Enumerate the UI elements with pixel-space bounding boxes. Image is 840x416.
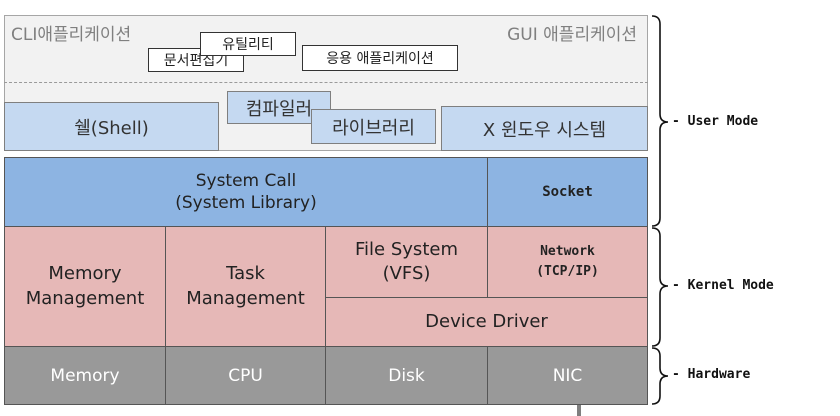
device-driver-box: Device Driver	[325, 297, 648, 347]
hw-nic-box: NIC	[487, 346, 648, 405]
utility-box: 유틸리티	[200, 32, 296, 56]
system-call-box: System Call (System Library)	[4, 157, 488, 227]
task-management-box: Task Management	[165, 226, 326, 347]
network-box: Network (TCP/IP)	[487, 226, 648, 298]
hardware-label: - Hardware	[672, 367, 751, 382]
kernel-mode-brace	[651, 227, 669, 347]
user-mode-label: - User Mode	[672, 114, 759, 129]
hw-memory-box: Memory	[4, 346, 166, 405]
nic-cable	[577, 405, 581, 416]
cli-label: CLI애플리케이션	[11, 25, 132, 45]
kernel-mode-label: - Kernel Mode	[672, 278, 774, 293]
file-system-box: File System (VFS)	[325, 226, 488, 298]
hardware-brace	[651, 347, 669, 405]
shell-box: 쉘(Shell)	[4, 102, 219, 151]
user-mode-brace	[651, 15, 669, 227]
hw-cpu-box: CPU	[165, 346, 326, 405]
memory-management-box: Memory Management	[4, 226, 166, 347]
user-mode-dash: -	[672, 114, 688, 129]
gui-label: GUI 애플리케이션	[507, 25, 637, 45]
library-box: 라이브러리	[311, 109, 436, 144]
layer-divider	[4, 82, 648, 83]
x-window-box: X 윈도우 시스템	[441, 106, 648, 151]
hardware-dash: -	[672, 367, 688, 382]
application-box: 응용 애플리케이션	[302, 45, 458, 71]
mode-braces	[651, 15, 669, 405]
hw-disk-box: Disk	[325, 346, 488, 405]
socket-box: Socket	[487, 157, 648, 227]
kernel-mode-dash: -	[672, 278, 688, 293]
